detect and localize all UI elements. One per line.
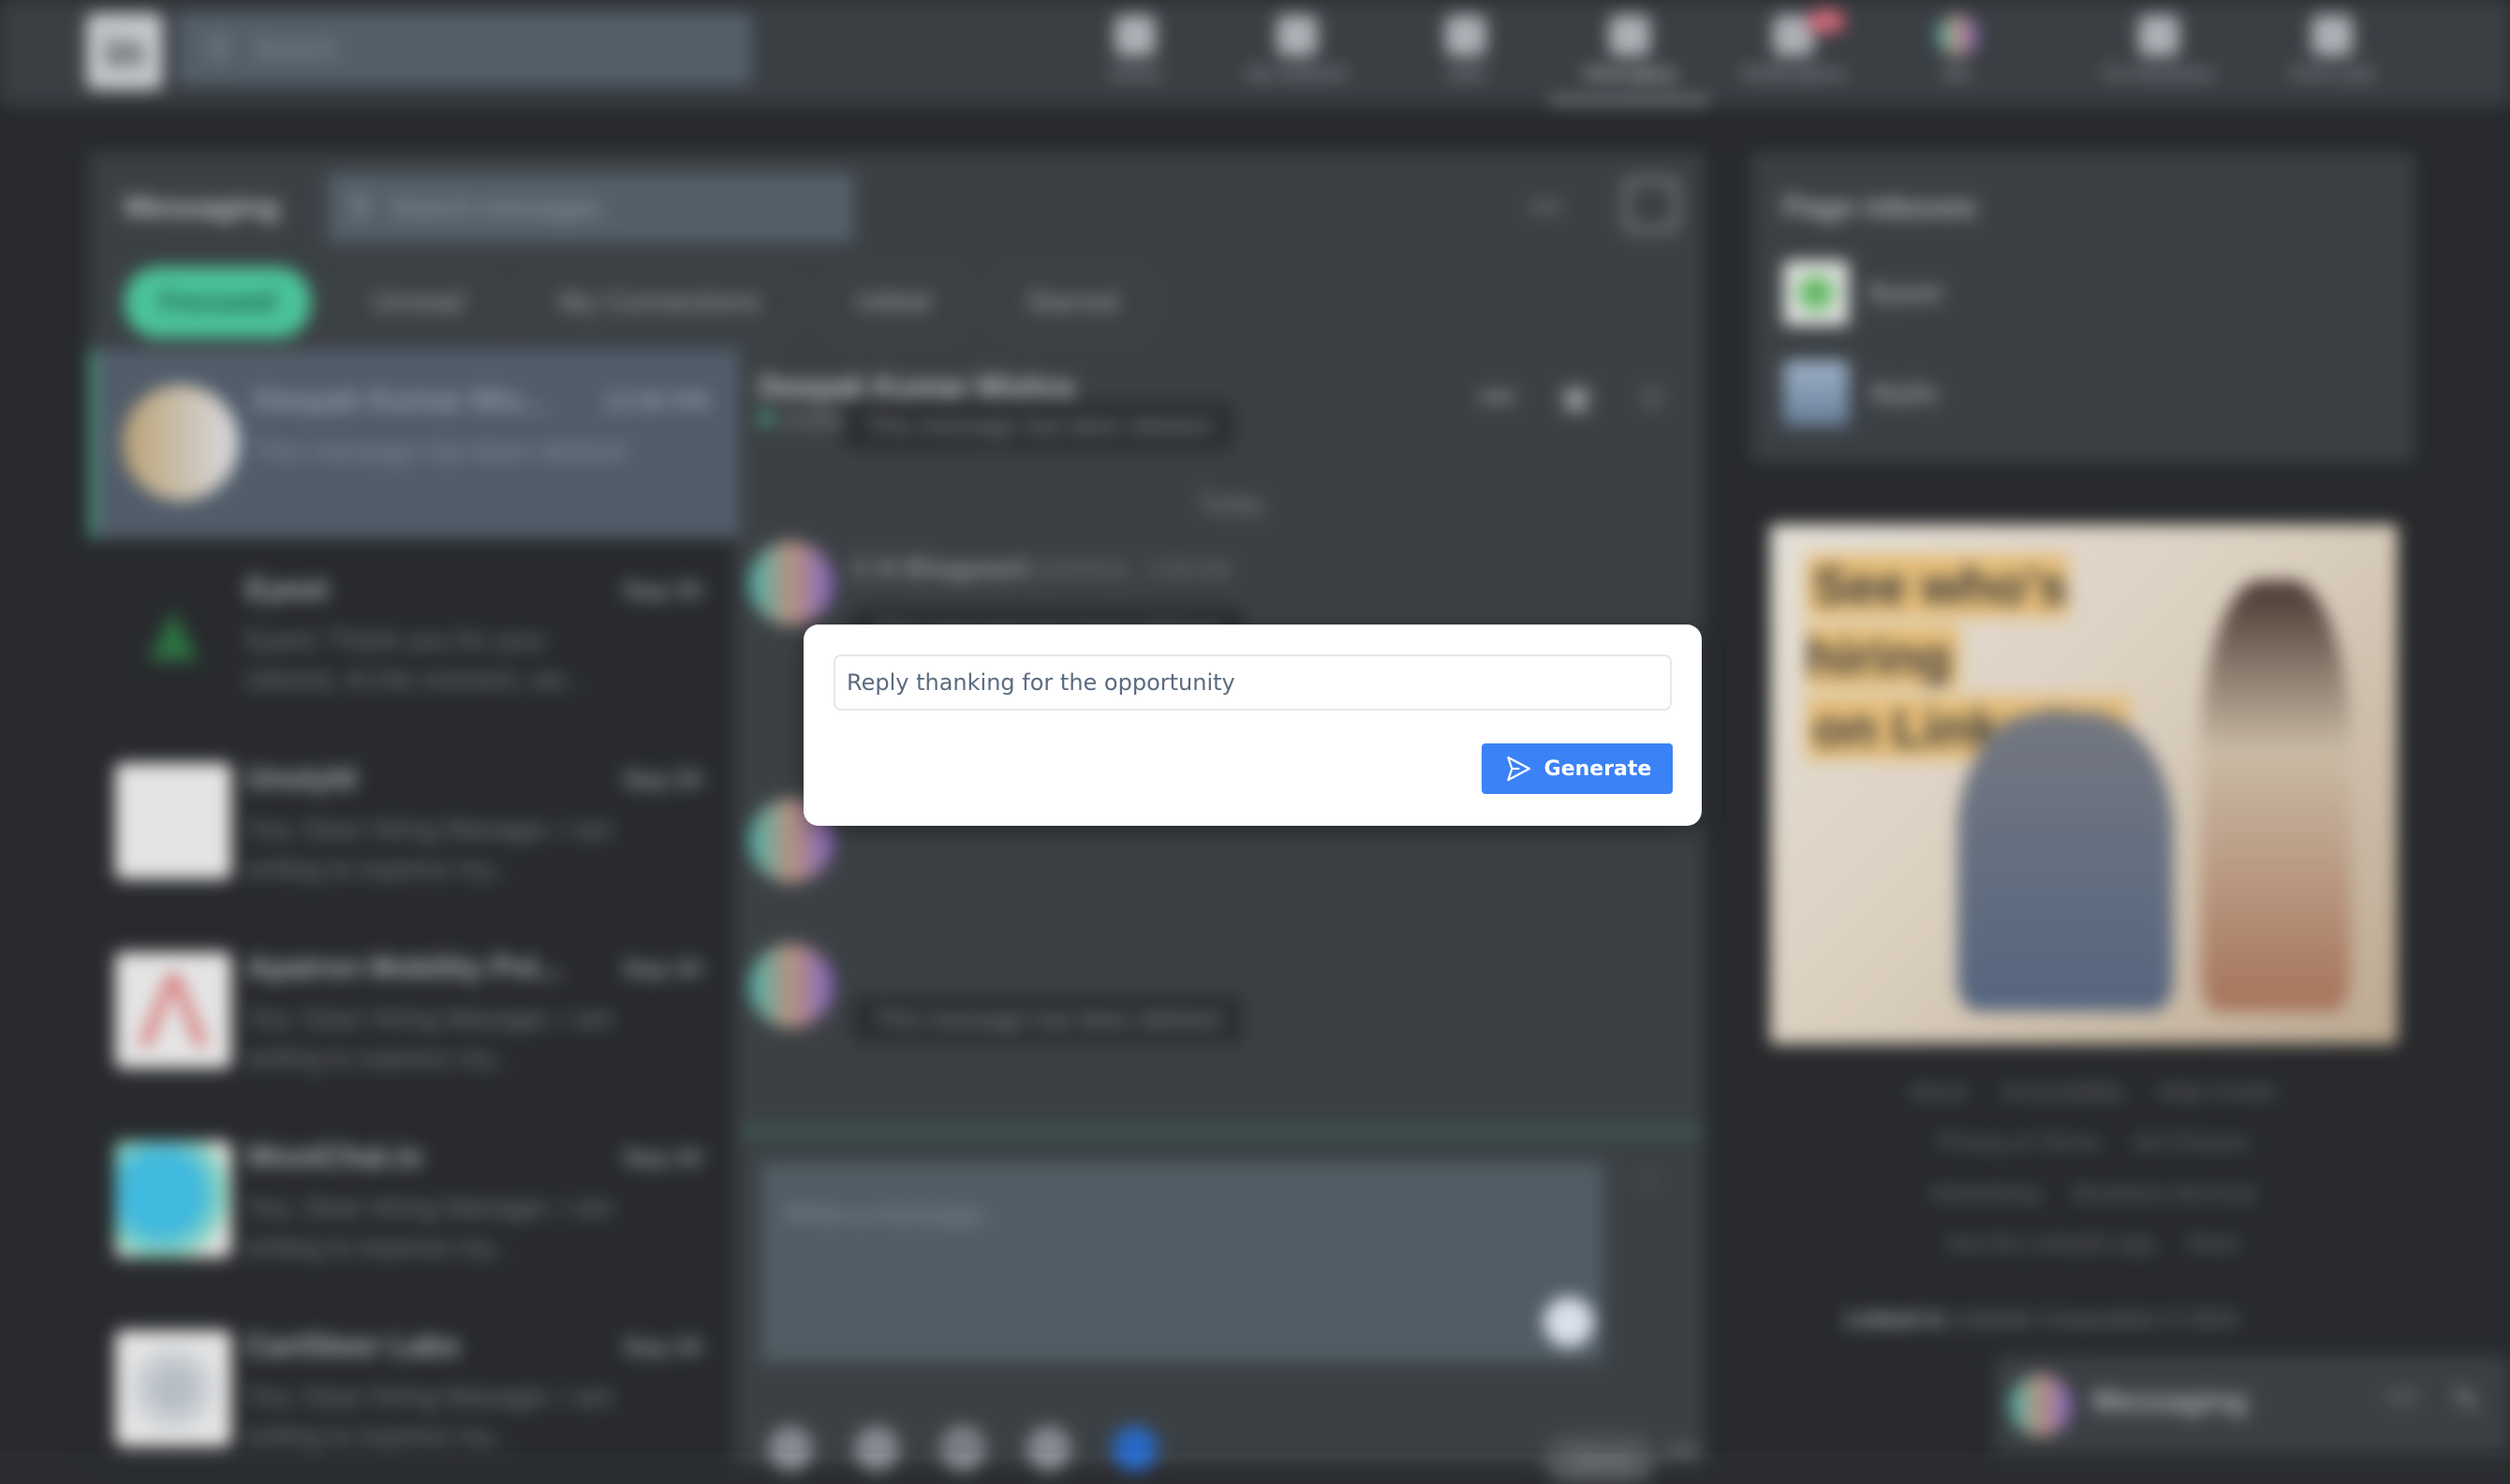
send-icon (1506, 756, 1530, 782)
prompt-input[interactable] (834, 654, 1672, 711)
generate-button[interactable]: Generate (1482, 743, 1673, 794)
generate-label: Generate (1543, 757, 1652, 781)
ai-reply-dialog: Generate (804, 624, 1702, 826)
